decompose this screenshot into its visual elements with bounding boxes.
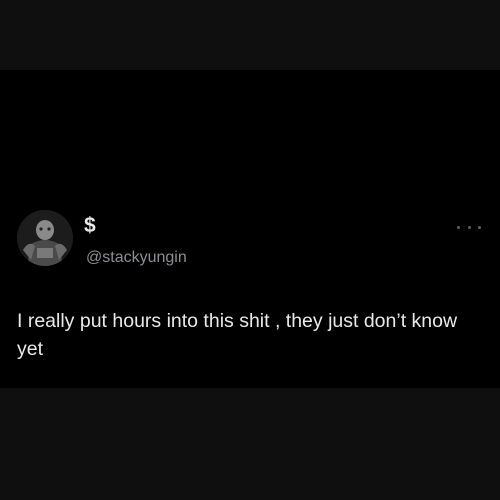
profile-photo-icon[interactable] bbox=[17, 210, 73, 266]
bottom-letterbox bbox=[0, 388, 500, 500]
user-handle[interactable]: @stackyungin bbox=[86, 248, 187, 268]
dot bbox=[467, 225, 471, 229]
dot bbox=[457, 225, 460, 229]
dot bbox=[478, 225, 481, 229]
tweet-text: I really put hours into this shit , they… bbox=[17, 310, 458, 360]
more-options-icon[interactable] bbox=[457, 221, 481, 233]
screenshot-canvas: $ @stackyungin I really put hours into t… bbox=[0, 0, 500, 500]
display-name[interactable]: $ bbox=[84, 214, 96, 238]
top-letterbox bbox=[0, 0, 500, 70]
avatar-image bbox=[17, 210, 73, 266]
